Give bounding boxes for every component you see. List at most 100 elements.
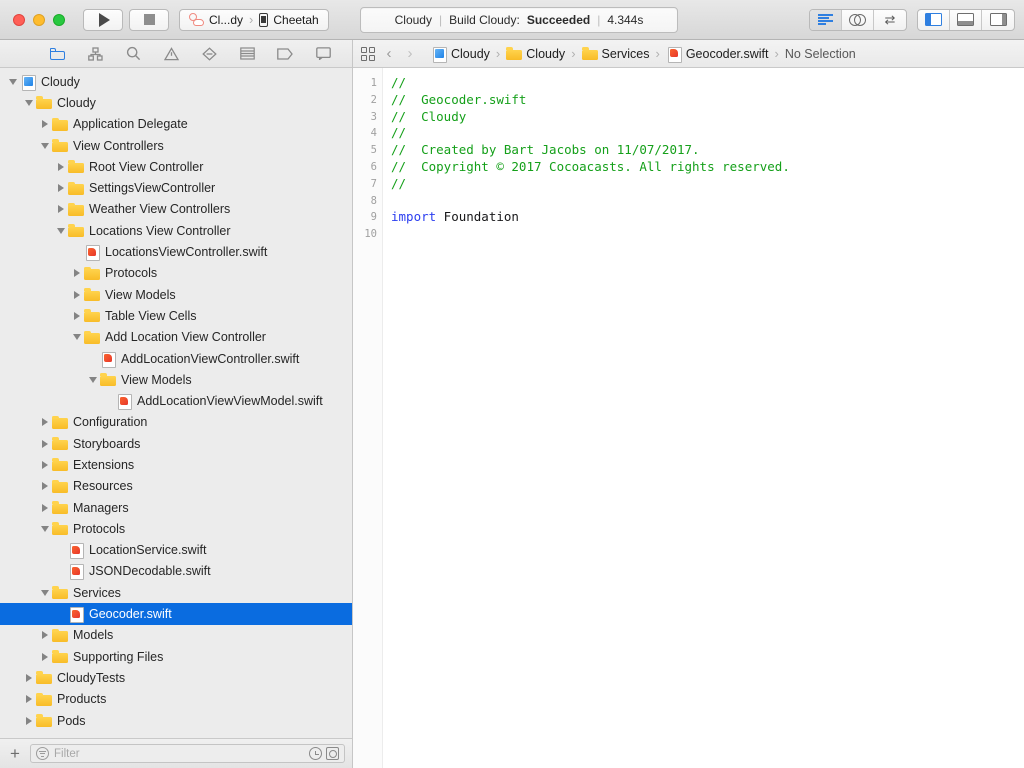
- disclosure-closed-icon[interactable]: [23, 673, 34, 682]
- message-icon[interactable]: [315, 46, 332, 61]
- disclosure-closed-icon[interactable]: [39, 482, 50, 491]
- panel-right-icon: [989, 13, 1007, 26]
- tree-row[interactable]: JSONDecodable.swift: [0, 561, 352, 582]
- disclosure-closed-icon[interactable]: [23, 695, 34, 704]
- standard-editor-button[interactable]: [810, 9, 842, 30]
- tree-row[interactable]: LocationService.swift: [0, 540, 352, 561]
- assistant-editor-button[interactable]: [842, 9, 874, 30]
- filter-input[interactable]: Filter: [30, 744, 345, 763]
- disclosure-closed-icon[interactable]: [23, 716, 34, 725]
- disclosure-closed-icon[interactable]: [39, 418, 50, 427]
- tree-row[interactable]: Weather View Controllers: [0, 199, 352, 220]
- minimize-button[interactable]: [33, 13, 45, 26]
- clock-icon[interactable]: [309, 747, 322, 760]
- tree-row[interactable]: Table View Cells: [0, 305, 352, 326]
- tree-row[interactable]: SettingsViewController: [0, 177, 352, 198]
- tree-row[interactable]: View Models: [0, 284, 352, 305]
- tree-row[interactable]: Products: [0, 689, 352, 710]
- disclosure-closed-icon[interactable]: [71, 311, 82, 320]
- project-navigator-tree[interactable]: Cloudy Cloudy Application Delegate View Con…: [0, 68, 352, 738]
- scheme-selector[interactable]: Cl...dy › Cheetah: [179, 8, 329, 31]
- tree-row[interactable]: Managers: [0, 497, 352, 518]
- status-divider-2: |: [597, 12, 601, 27]
- tree-row[interactable]: LocationsViewController.swift: [0, 241, 352, 262]
- disclosure-closed-icon[interactable]: [55, 184, 66, 193]
- tree-row[interactable]: Application Delegate: [0, 114, 352, 135]
- branch-icon[interactable]: [87, 46, 104, 61]
- forward-button[interactable]: ›: [403, 45, 417, 62]
- tree-row[interactable]: Storyboards: [0, 433, 352, 454]
- disclosure-closed-icon[interactable]: [39, 652, 50, 661]
- status-duration: 4.344s: [607, 12, 644, 27]
- tag-icon[interactable]: [277, 46, 294, 61]
- breadcrumb-item[interactable]: Cloudy: [431, 46, 490, 63]
- source-editor[interactable]: 1 2 3 4 5 6 7 8 9 10 //// Geocoder.swift// Cloudy…: [353, 68, 1024, 768]
- disclosure-closed-icon[interactable]: [55, 205, 66, 214]
- add-file-button[interactable]: +: [7, 745, 23, 762]
- line-number: 9: [370, 211, 377, 224]
- disclosure-open-icon[interactable]: [55, 227, 66, 234]
- search-icon[interactable]: [125, 46, 142, 61]
- close-button[interactable]: [13, 13, 25, 26]
- disclosure-open-icon[interactable]: [39, 589, 50, 596]
- code-token-cmt: //: [391, 175, 407, 191]
- activity-status-bar[interactable]: Cloudy | Build Cloudy: Succeeded | 4.344…: [360, 6, 678, 33]
- disclosure-closed-icon[interactable]: [71, 290, 82, 299]
- tree-row[interactable]: Protocols: [0, 263, 352, 284]
- tree-row[interactable]: Add Location View Controller: [0, 327, 352, 348]
- swift-icon: [666, 46, 682, 63]
- tree-row[interactable]: Locations View Controller: [0, 220, 352, 241]
- back-button[interactable]: ‹: [382, 45, 396, 62]
- disclosure-open-icon[interactable]: [23, 99, 34, 106]
- tree-row[interactable]: Supporting Files: [0, 646, 352, 667]
- disclosure-closed-icon[interactable]: [39, 631, 50, 640]
- disclosure-closed-icon[interactable]: [39, 503, 50, 512]
- tree-row[interactable]: Cloudy: [0, 92, 352, 113]
- tree-row[interactable]: Protocols: [0, 518, 352, 539]
- disclosure-closed-icon[interactable]: [55, 162, 66, 171]
- version-editor-button[interactable]: ⇄: [874, 10, 906, 30]
- stop-button[interactable]: [129, 8, 169, 31]
- disclosure-open-icon[interactable]: [71, 334, 82, 341]
- tree-row[interactable]: CloudyTests: [0, 667, 352, 688]
- breadcrumb-item[interactable]: Geocoder.swift: [666, 46, 769, 63]
- tree-row[interactable]: View Models: [0, 369, 352, 390]
- tree-row-selected[interactable]: Geocoder.swift: [0, 603, 352, 625]
- gauge-icon[interactable]: [239, 46, 256, 61]
- diamond-icon[interactable]: [201, 46, 218, 61]
- folder-icon[interactable]: [49, 46, 66, 61]
- zoom-button[interactable]: [53, 13, 65, 26]
- disclosure-open-icon[interactable]: [87, 376, 98, 383]
- tree-row[interactable]: AddLocationViewController.swift: [0, 348, 352, 369]
- tree-row[interactable]: View Controllers: [0, 135, 352, 156]
- focus-box-icon[interactable]: [326, 747, 339, 760]
- debug-toggle-button[interactable]: [950, 9, 982, 30]
- disclosure-closed-icon[interactable]: [71, 269, 82, 278]
- tree-row[interactable]: Resources: [0, 476, 352, 497]
- disclosure-closed-icon[interactable]: [39, 460, 50, 469]
- warning-triangle-icon[interactable]: [163, 46, 180, 61]
- breadcrumb-item[interactable]: No Selection: [785, 47, 856, 61]
- run-button[interactable]: [83, 8, 123, 31]
- tree-row[interactable]: Extensions: [0, 454, 352, 475]
- tree-row[interactable]: Services: [0, 582, 352, 603]
- toolbar: Cl...dy › Cheetah Cloudy | Build Cloudy:…: [0, 0, 1024, 40]
- tree-row[interactable]: Models: [0, 625, 352, 646]
- tree-row[interactable]: Root View Controller: [0, 156, 352, 177]
- tree-row[interactable]: AddLocationViewViewModel.swift: [0, 390, 352, 411]
- grid-icon[interactable]: [361, 46, 375, 61]
- navigator-toggle-button[interactable]: [918, 9, 950, 30]
- tree-row[interactable]: Pods: [0, 710, 352, 731]
- inspector-toggle-button[interactable]: [982, 10, 1014, 30]
- disclosure-closed-icon[interactable]: [39, 120, 50, 129]
- tree-row[interactable]: Cloudy: [0, 71, 352, 92]
- tree-row[interactable]: Configuration: [0, 412, 352, 433]
- disclosure-open-icon[interactable]: [7, 78, 18, 85]
- code-content[interactable]: //// Geocoder.swift// Cloudy//// Created…: [383, 68, 1024, 768]
- disclosure-open-icon[interactable]: [39, 142, 50, 149]
- breadcrumb-item[interactable]: Cloudy: [506, 46, 565, 61]
- breadcrumb-item[interactable]: Services: [581, 46, 649, 61]
- disclosure-closed-icon[interactable]: [39, 439, 50, 448]
- breadcrumb-label: Cloudy: [451, 46, 490, 61]
- disclosure-open-icon[interactable]: [39, 525, 50, 532]
